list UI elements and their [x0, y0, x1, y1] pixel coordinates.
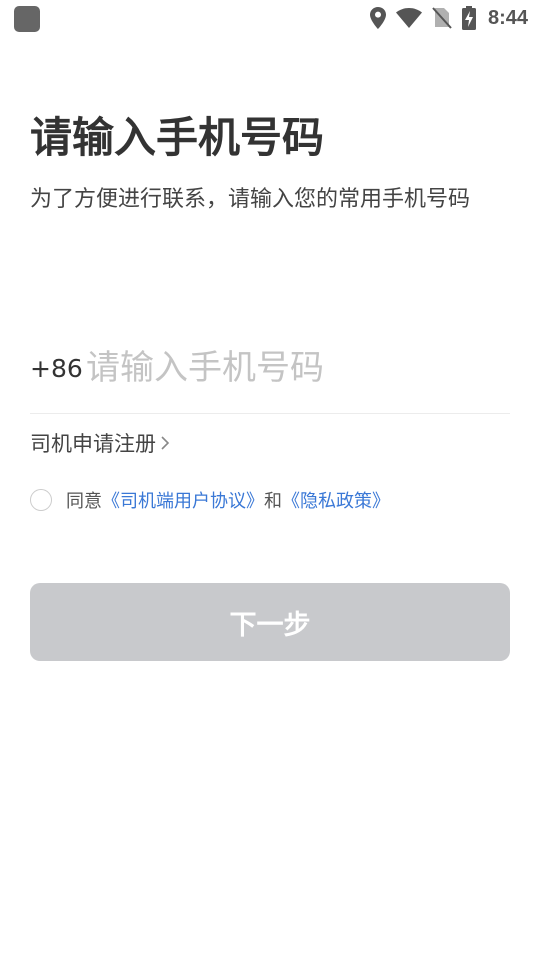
- phone-input[interactable]: [86, 340, 510, 396]
- app-notification-icon: [14, 6, 40, 32]
- agreement-row: 同意 《司机端用户协议》 和 《隐私政策》: [30, 485, 390, 515]
- phone-input-row: +86: [30, 340, 510, 396]
- driver-register-label: 司机申请注册: [30, 432, 156, 456]
- page-title: 请输入手机号码: [30, 113, 325, 162]
- status-icons: 8:44: [369, 5, 528, 31]
- country-code: +86: [30, 353, 83, 383]
- agreement-conjunction: 和: [264, 491, 282, 512]
- status-time: 8:44: [487, 6, 528, 29]
- location-icon: [369, 7, 386, 29]
- status-bar: 8:44: [0, 0, 540, 36]
- wifi-icon: [395, 8, 422, 28]
- no-sim-icon: [432, 7, 452, 29]
- driver-register-link[interactable]: 司机申请注册: [30, 427, 170, 459]
- user-agreement-link[interactable]: 《司机端用户协议》: [102, 487, 264, 513]
- battery-charging-icon: [461, 6, 476, 30]
- chevron-right-icon: [161, 436, 170, 450]
- agree-checkbox[interactable]: [30, 489, 52, 511]
- page-subtitle: 为了方便进行联系，请输入您的常用手机号码: [30, 187, 471, 212]
- next-step-button[interactable]: 下一步: [30, 583, 510, 661]
- privacy-policy-link[interactable]: 《隐私政策》: [282, 487, 390, 513]
- agreement-prefix: 同意: [66, 491, 102, 512]
- input-divider: [30, 413, 510, 414]
